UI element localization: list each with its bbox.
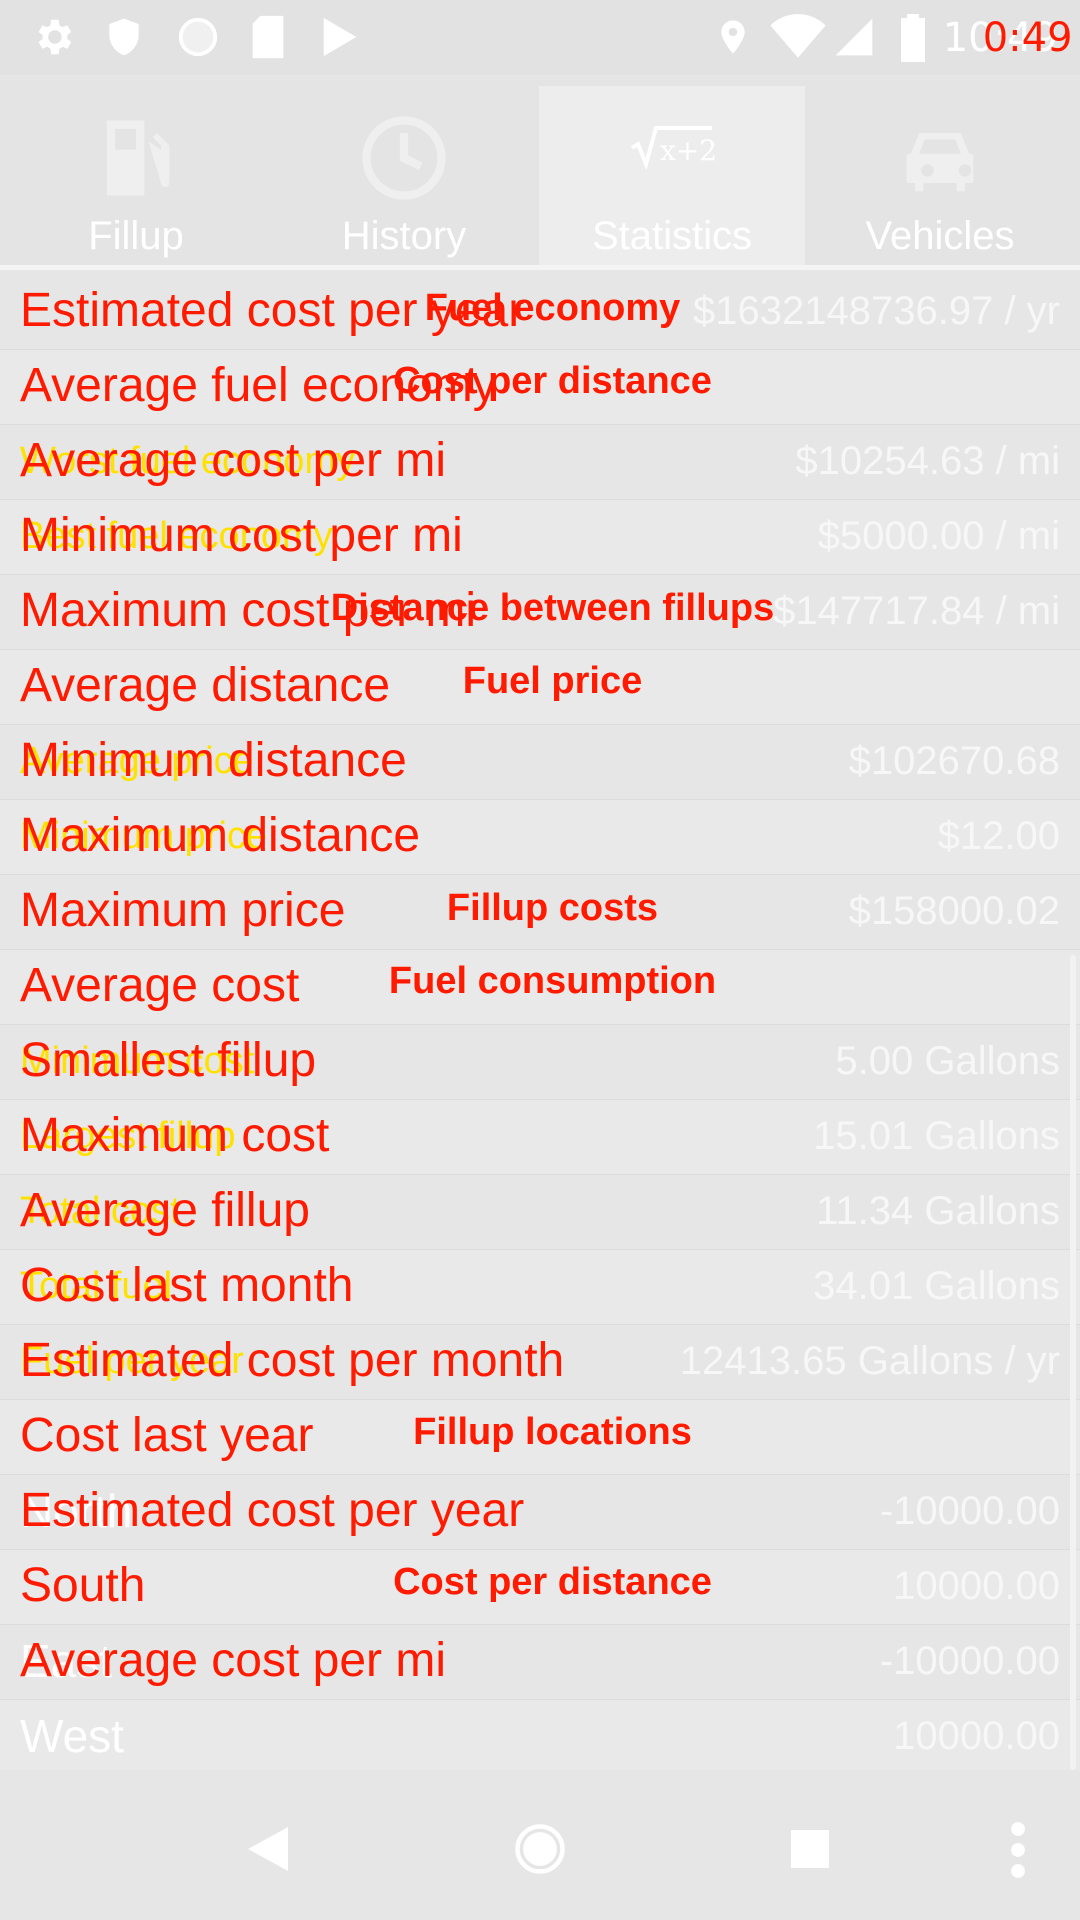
stat-label-red: Cost last month <box>20 1259 354 1312</box>
sqrt-formula-icon: x+2 <box>630 126 717 171</box>
stat-value: $5000.00 / mi <box>817 514 1060 558</box>
stat-value: -10000.00 <box>879 1639 1060 1683</box>
status-bar: 10:49 0:49 <box>0 0 1080 75</box>
section-distance-between-fillups: Distance between fillups <box>330 587 775 629</box>
clock-icon <box>362 116 446 200</box>
stat-label-red: Average fillup <box>20 1184 310 1237</box>
tab-bar: Fillup History x+2 Statistics Vehicles <box>0 80 1080 270</box>
tab-history-label: History <box>341 214 467 258</box>
stat-row: Fuel per year Estimated cost per month 124… <box>0 1325 1080 1400</box>
sdcard-icon <box>252 15 284 59</box>
stat-label-red: Estimated cost per month <box>20 1334 565 1387</box>
back-icon[interactable] <box>248 1827 288 1871</box>
recents-icon[interactable] <box>791 1830 829 1868</box>
section-cost-per-distance: Cost per distance <box>393 360 712 402</box>
stat-row: Total cost Average fillup 11.34 Gallons <box>0 1175 1080 1250</box>
stat-value: 5.00 Gallons <box>835 1039 1060 1083</box>
stat-value: 12413.65 Gallons / yr <box>679 1339 1060 1383</box>
tab-history[interactable]: History <box>271 86 537 270</box>
stat-label-red: Smallest fillup <box>20 1034 317 1087</box>
navigation-bar <box>0 1770 1080 1920</box>
wifi-icon <box>770 14 826 58</box>
stat-value: $12.00 <box>937 814 1060 858</box>
section-fuel-economy: Fuel economy <box>424 287 681 329</box>
stat-label-red: Estimated cost per year <box>20 1484 525 1537</box>
stat-row: Minimum cost Smallest fillup 5.00 Gallons <box>0 1025 1080 1100</box>
stat-row: Total fuel Cost last month 34.01 Gallons <box>0 1250 1080 1325</box>
stat-row: Worst fuel economy Average cost per mi $10… <box>0 425 1080 500</box>
stat-label-red: Maximum cost <box>20 1109 330 1162</box>
stat-value: $102670.68 <box>848 739 1060 783</box>
tab-fillup[interactable]: Fillup <box>3 86 269 270</box>
clock-overlay-text: 0:49 <box>982 15 1073 61</box>
stat-value: -10000.00 <box>879 1489 1060 1533</box>
tab-vehicles-label: Vehicles <box>865 214 1015 258</box>
section-fillup-costs: Fillup costs <box>446 887 659 929</box>
tab-vehicles[interactable]: Vehicles <box>807 86 1073 270</box>
stat-value: 10000.00 <box>893 1714 1060 1758</box>
stat-value: 34.01 Gallons <box>813 1264 1060 1308</box>
stat-row: East Average cost per mi -10000.00 <box>0 1625 1080 1700</box>
car-icon <box>906 133 974 192</box>
tab-fillup-label: Fillup <box>88 214 184 258</box>
stat-label-red: Maximum distance <box>20 809 421 862</box>
section-cost-per-distance-2: Cost per distance <box>393 1561 712 1603</box>
stat-row: Best fuel economy Minimum cost per mi $500… <box>0 500 1080 575</box>
stat-value: 15.01 Gallons <box>813 1114 1060 1158</box>
stat-label-red: Minimum cost per mi <box>20 509 463 562</box>
stat-row: North Estimated cost per year -10000.00 <box>0 1475 1080 1550</box>
more-options-icon[interactable] <box>1008 1820 1028 1880</box>
clock: 10:49 0:49 <box>943 14 1073 62</box>
battery-icon <box>901 14 925 62</box>
gear-icon <box>38 19 72 55</box>
tab-indicator <box>0 265 1080 270</box>
section-fuel-price: Fuel price <box>462 660 643 702</box>
statistics-list[interactable]: Estimated cost per year $1632148736.97 / … <box>0 275 1080 1770</box>
svg-text:x+2: x+2 <box>660 134 717 167</box>
stat-row: Average price Minimum distance $102670.68 <box>0 725 1080 800</box>
stat-row: Largest fillup Maximum cost 15.01 Gallons <box>0 1100 1080 1175</box>
stat-label-red: Average cost per mi <box>20 1634 446 1687</box>
fuel-pump-icon <box>106 120 170 196</box>
shield-icon <box>109 18 139 56</box>
stat-row: West 10000.00 <box>0 1700 1080 1770</box>
stat-value: $10254.63 / mi <box>795 439 1060 483</box>
section-fuel-consumption: Fuel consumption <box>388 960 717 1002</box>
tab-statistics-label: Statistics <box>591 214 753 258</box>
section-fillup-locations: Fillup locations <box>413 1411 692 1453</box>
location-icon <box>721 20 745 54</box>
play-store-icon <box>323 17 357 57</box>
scrollbar[interactable] <box>1070 955 1076 1770</box>
tab-statistics[interactable]: x+2 Statistics <box>539 86 805 270</box>
signal-icon <box>835 18 873 56</box>
circle-icon <box>178 17 218 57</box>
stat-value: 11.34 Gallons <box>816 1189 1060 1233</box>
stat-row: Minimum price Maximum distance $12.00 <box>0 800 1080 875</box>
stat-label-red: Average cost per mi <box>20 434 446 487</box>
home-icon[interactable] <box>513 1822 567 1876</box>
stat-label-red: Minimum distance <box>20 734 407 787</box>
stat-label-white: West <box>20 1710 124 1762</box>
